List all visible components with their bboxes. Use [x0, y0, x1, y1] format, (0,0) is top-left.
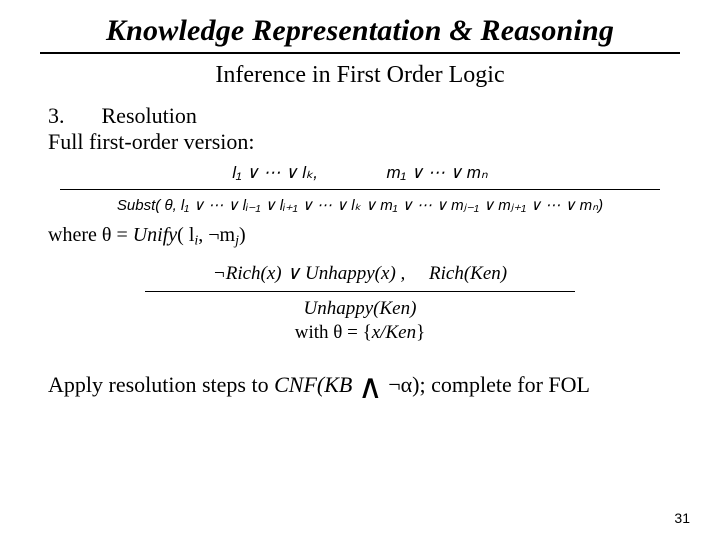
example-premise-right: Rich(Ken): [429, 263, 507, 284]
example-premise-left: ¬Rich(x) ∨ Unhappy(x) ,: [213, 263, 405, 284]
title-underline: [40, 52, 680, 54]
intro-text: Full first-order version:: [48, 129, 672, 155]
rule-premise-left: l₁ ∨ ⋯ ∨ lₖ,: [232, 163, 318, 182]
slide-subtitle: Inference in First Order Logic: [40, 62, 680, 89]
where-clause: where θ = Unify( li, ¬mj): [40, 224, 680, 250]
example-substitution: with θ = {x/Ken}: [145, 322, 575, 344]
example-conclusion: Unhappy(Ken): [145, 298, 575, 320]
rule-conclusion: Subst( θ, l₁ ∨ ⋯ ∨ lᵢ₋₁ ∨ lᵢ₊₁ ∨ ⋯ ∨ lₖ …: [60, 196, 660, 214]
resolution-rule: l₁ ∨ ⋯ ∨ lₖ, m₁ ∨ ⋯ ∨ mₙ Subst( θ, l₁ ∨ …: [60, 163, 660, 214]
rule-divider: [60, 189, 660, 190]
slide-title: Knowledge Representation & Reasoning: [40, 14, 680, 48]
section-number: 3.: [48, 103, 96, 129]
rule-premise-right: m₁ ∨ ⋯ ∨ mₙ: [386, 163, 487, 182]
example-divider: [145, 291, 575, 292]
example-rule: ¬Rich(x) ∨ Unhappy(x) , Rich(Ken) Unhapp…: [145, 262, 575, 344]
big-wedge-icon: ∧: [358, 378, 383, 398]
apply-line: Apply resolution steps to CNF(KB ∧ ¬α); …: [40, 372, 680, 398]
page-number: 31: [674, 510, 690, 526]
section-title: Resolution: [102, 103, 197, 128]
